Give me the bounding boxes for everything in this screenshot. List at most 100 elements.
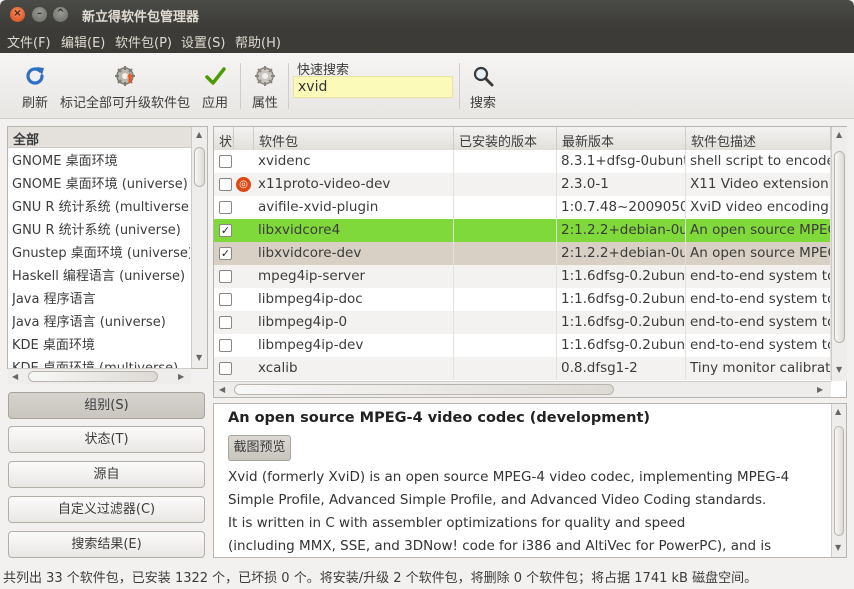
scroll-right-icon[interactable]: ▶ <box>817 385 823 394</box>
scroll-down-icon[interactable]: ▼ <box>196 353 202 362</box>
scroll-up-icon[interactable]: ▲ <box>835 407 841 416</box>
column-package[interactable]: 软件包 <box>254 127 454 151</box>
scroll-up-icon[interactable]: ▲ <box>196 130 202 139</box>
latest-version-cell: 1:0.7.48~20090503 <box>557 196 686 219</box>
category-item[interactable]: Java 程序语言 (universe) <box>12 311 190 330</box>
package-checkbox[interactable] <box>219 362 232 375</box>
package-row[interactable]: libmpeg4ip-0 1:1.6dfsg-0.2ubuntu end-to-en… <box>214 311 831 334</box>
package-checkbox[interactable] <box>219 316 232 329</box>
package-row[interactable]: xcalib 0.8.dfsg1-2 Tiny monitor calibrati <box>214 357 831 380</box>
category-item[interactable]: Gnustep 桌面环境 (universe) <box>12 242 190 261</box>
description-line: (including MMX, SSE, and 3DNow! code for… <box>228 538 772 554</box>
category-item[interactable]: KDE 桌面环境 <box>12 334 190 353</box>
scroll-thumb[interactable] <box>234 384 614 395</box>
table-horizontal-scrollbar[interactable]: ◀ ▶ <box>214 381 831 397</box>
package-name-cell: libmpeg4ip-dev <box>254 334 454 357</box>
title-bar: × – ^ 新立得软件包管理器 <box>0 0 854 29</box>
latest-version-cell: 2.3.0-1 <box>557 173 686 196</box>
description-cell: shell script to encode <box>686 150 831 173</box>
category-item[interactable]: Java 程序语言 <box>12 288 190 307</box>
filter-custom-button[interactable]: 自定义过滤器(C) <box>8 496 205 523</box>
installed-version-cell <box>454 265 557 288</box>
package-row[interactable]: avifile-xvid-plugin 1:0.7.48~20090503 XviD… <box>214 196 831 219</box>
category-item[interactable]: GNOME 桌面环境 <box>12 150 190 169</box>
package-checkbox[interactable] <box>219 155 232 168</box>
installed-version-cell <box>454 334 557 357</box>
installed-version-cell <box>454 311 557 334</box>
close-icon[interactable]: × <box>10 7 25 22</box>
table-vertical-scrollbar[interactable]: ▲ ▼ <box>831 127 847 381</box>
scroll-down-icon[interactable]: ▼ <box>835 543 841 552</box>
menu-bar: 文件(F) 编辑(E) 软件包(P) 设置(S) 帮助(H) <box>0 29 854 53</box>
description-cell: An open source MPEG <box>686 242 831 265</box>
category-horizontal-scrollbar[interactable]: ◀ ▶ <box>8 368 191 384</box>
category-vertical-scrollbar[interactable]: ▲ ▼ <box>191 127 207 368</box>
latest-version-cell: 8.3.1+dfsg-0ubuntu <box>557 150 686 173</box>
scroll-left-icon[interactable]: ◀ <box>219 385 225 394</box>
description-title: An open source MPEG-4 video codec (devel… <box>228 410 651 426</box>
package-checkbox[interactable] <box>219 178 232 191</box>
refresh-button[interactable]: 刷新 <box>15 53 55 119</box>
installed-version-cell <box>454 196 557 219</box>
scroll-left-icon[interactable]: ◀ <box>12 372 18 381</box>
package-checkbox[interactable] <box>219 201 232 214</box>
package-checkbox[interactable] <box>219 339 232 352</box>
window-title: 新立得软件包管理器 <box>82 10 200 25</box>
category-item[interactable]: GNU R 统计系统 (universe) <box>12 219 190 238</box>
menu-package[interactable]: 软件包(P) <box>115 32 172 51</box>
package-row[interactable]: ◎ x11proto-video-dev 2.3.0-1 X11 Video exte… <box>214 173 831 196</box>
column-icon[interactable] <box>234 127 254 151</box>
menu-file[interactable]: 文件(F) <box>7 32 51 51</box>
menu-help[interactable]: 帮助(H) <box>235 32 281 51</box>
filter-status-button[interactable]: 状态(T) <box>8 426 205 453</box>
column-description[interactable]: 软件包描述 <box>686 127 831 151</box>
filter-origin-button[interactable]: 源自 <box>8 461 205 488</box>
minimize-icon[interactable]: – <box>32 7 47 22</box>
menu-edit[interactable]: 编辑(E) <box>61 32 105 51</box>
description-cell: end-to-end system to <box>686 288 831 311</box>
package-name-cell: avifile-xvid-plugin <box>254 196 454 219</box>
refresh-icon <box>26 67 44 85</box>
description-vertical-scrollbar[interactable]: ▲ ▼ <box>831 404 846 557</box>
scroll-thumb[interactable] <box>194 147 205 187</box>
filter-search-results-button[interactable]: 搜索结果(E) <box>8 531 205 558</box>
description-cell: An open source MPEG <box>686 219 831 242</box>
latest-version-cell: 1:1.6dfsg-0.2ubuntu <box>557 288 686 311</box>
package-row[interactable]: mpeg4ip-server 1:1.6dfsg-0.2ubuntu end-to-… <box>214 265 831 288</box>
apply-button[interactable]: 应用 <box>198 53 232 119</box>
package-row[interactable]: ✓ libxvidcore-dev 2:1.2.2+debian-0ub An ope… <box>214 242 831 265</box>
quick-search-input[interactable] <box>293 76 453 98</box>
description-cell: Tiny monitor calibrati <box>686 357 831 380</box>
category-header-all[interactable]: 全部 <box>8 127 191 148</box>
category-item[interactable]: GNOME 桌面环境 (universe) <box>12 173 190 192</box>
scroll-thumb[interactable] <box>834 151 845 343</box>
package-checkbox[interactable] <box>219 270 232 283</box>
scroll-right-icon[interactable]: ▶ <box>178 372 184 381</box>
screenshot-button[interactable]: 截图预览 <box>228 435 291 461</box>
package-name-cell: xcalib <box>254 357 454 380</box>
package-row[interactable]: xvidenc 8.3.1+dfsg-0ubuntu shell script to… <box>214 150 831 173</box>
scroll-thumb[interactable] <box>834 426 844 536</box>
package-checkbox[interactable] <box>219 293 232 306</box>
package-row[interactable]: libmpeg4ip-dev 1:1.6dfsg-0.2ubuntu end-to-… <box>214 334 831 357</box>
menu-settings[interactable]: 设置(S) <box>181 32 225 51</box>
installed-version-cell <box>454 150 557 173</box>
package-name-cell: libxvidcore-dev <box>254 242 454 265</box>
filter-sections-button[interactable]: 组别(S) <box>8 392 205 419</box>
mark-all-upgrades-button[interactable]: 标记全部可升级软件包 <box>58 53 192 119</box>
scroll-up-icon[interactable]: ▲ <box>836 130 842 139</box>
column-status[interactable]: 状态 <box>214 127 234 151</box>
properties-button[interactable]: 属性 <box>248 53 282 119</box>
package-row[interactable]: libmpeg4ip-doc 1:1.6dfsg-0.2ubuntu end-to-… <box>214 288 831 311</box>
column-installed-version[interactable]: 已安装的版本 <box>454 127 557 151</box>
scroll-thumb[interactable] <box>28 371 158 382</box>
maximize-icon[interactable]: ^ <box>53 7 68 22</box>
column-latest-version[interactable]: 最新版本 <box>557 127 686 151</box>
package-checkbox[interactable]: ✓ <box>219 224 232 237</box>
package-checkbox[interactable]: ✓ <box>219 247 232 260</box>
category-item[interactable]: GNU R 统计系统 (multiverse) <box>12 196 190 215</box>
category-item[interactable]: Haskell 编程语言 (universe) <box>12 265 190 284</box>
scroll-down-icon[interactable]: ▼ <box>836 365 842 374</box>
package-row[interactable]: ✓ libxvidcore4 2:1.2.2+debian-0ub An open s… <box>214 219 831 242</box>
search-button[interactable]: 搜索 <box>466 53 500 119</box>
